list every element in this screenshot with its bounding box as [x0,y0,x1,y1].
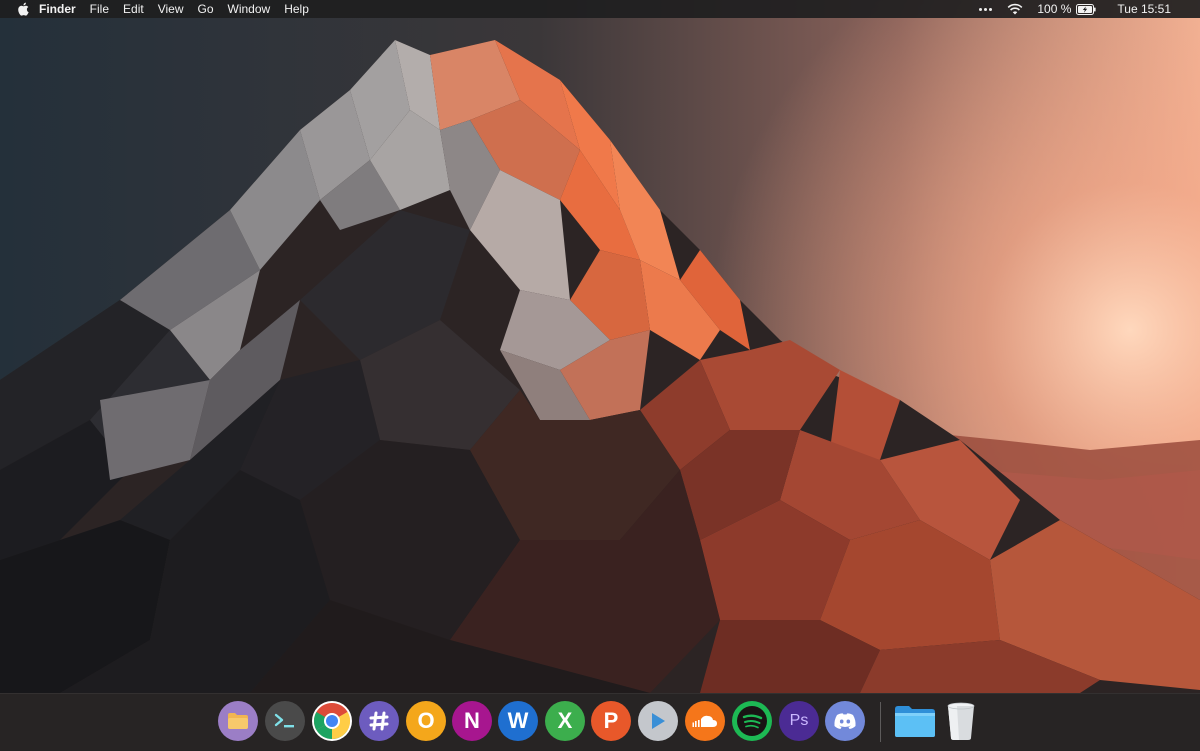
apple-icon[interactable] [16,1,30,17]
powerpoint-icon: P [603,708,619,733]
outlook-dock-icon[interactable]: O [406,701,446,741]
more-dots-icon[interactable] [971,7,1000,11]
chrome-dock-icon[interactable] [312,701,352,741]
outlook-icon: O [417,708,435,733]
trash-dock-icon[interactable] [943,701,979,741]
soundcloud-icon [692,715,717,727]
battery-charging-icon[interactable] [1074,3,1103,15]
slack-icon [369,711,389,731]
terminal-icon [274,713,294,728]
play-icon [652,713,665,729]
menu-window[interactable]: Window [221,0,278,18]
files-dock-icon[interactable] [218,701,258,741]
slack-dock-icon[interactable] [359,701,399,741]
photoshop-icon: Ps [789,712,809,729]
menu-bar: Finder File Edit View Go Window Help 100… [0,0,1200,18]
soundcloud-dock-icon[interactable] [685,701,725,741]
media-player-dock-icon[interactable] [638,701,678,741]
menu-help[interactable]: Help [277,0,316,18]
powerpoint-dock-icon[interactable]: P [591,701,631,741]
spotify-dock-icon[interactable] [732,701,772,741]
folder-dock-icon[interactable] [893,701,937,741]
excel-icon: X [557,708,573,733]
menu-edit[interactable]: Edit [116,0,151,18]
folder-icon [228,713,248,729]
photoshop-dock-icon[interactable]: Ps [779,701,819,741]
dock: O N W X P Ps [0,693,1200,751]
blue-folder-icon [895,706,935,737]
trash-icon [947,702,975,740]
menu-go[interactable]: Go [191,0,221,18]
discord-dock-icon[interactable] [825,701,865,741]
spotify-icon [737,706,767,736]
menu-clock[interactable]: Tue 15:51 [1103,0,1178,18]
word-dock-icon[interactable]: W [498,701,538,741]
wifi-icon[interactable] [1000,3,1030,15]
onenote-dock-icon[interactable]: N [452,701,492,741]
dock-separator [880,702,881,742]
excel-dock-icon[interactable]: X [545,701,585,741]
battery-percentage[interactable]: 100 % [1030,0,1074,18]
desktop-wallpaper [0,0,1200,750]
menu-view[interactable]: View [151,0,191,18]
menu-file[interactable]: File [83,0,116,18]
word-icon: W [507,708,529,733]
terminal-dock-icon[interactable] [265,701,305,741]
menu-app-name[interactable]: Finder [30,0,83,18]
discord-icon [834,713,856,729]
onenote-icon: N [464,708,480,733]
chrome-icon [313,703,351,740]
